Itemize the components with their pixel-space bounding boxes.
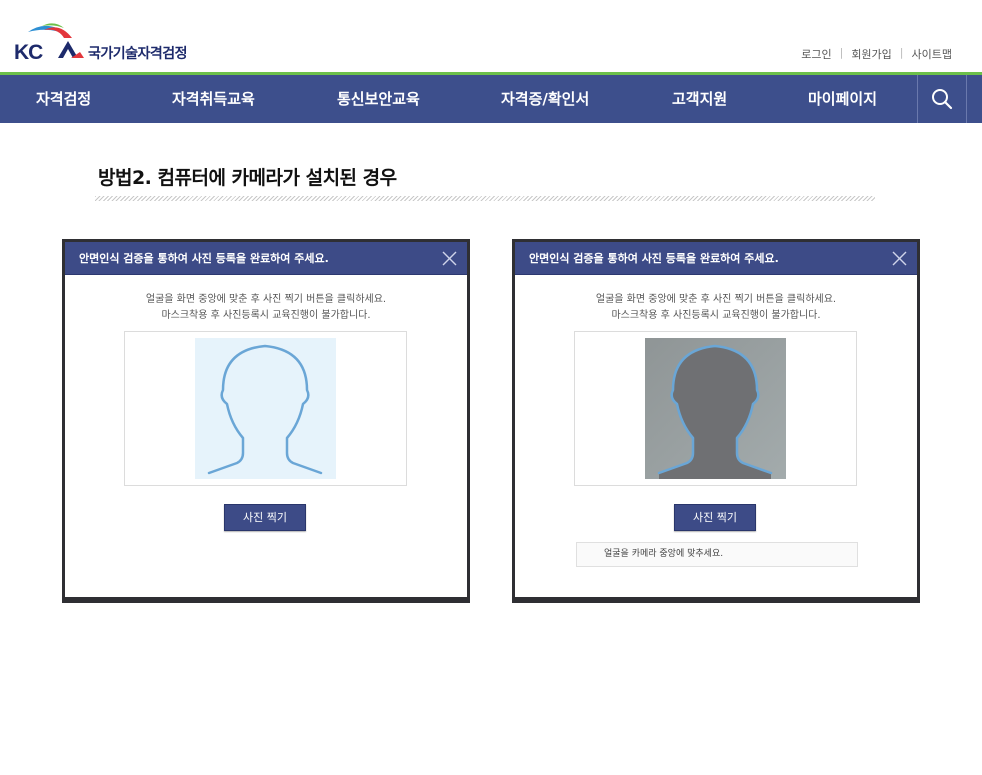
kca-logo[interactable]: KC 국가기술자격검정 xyxy=(14,20,194,64)
camera-preview xyxy=(645,338,786,479)
search-icon xyxy=(932,89,953,110)
title-underline xyxy=(95,196,875,201)
person-silhouette-icon xyxy=(645,338,786,479)
logo-text: 국가기술자격검정 xyxy=(88,46,188,62)
search-button[interactable] xyxy=(917,75,967,123)
nav-item-mypage[interactable]: 마이페이지 xyxy=(808,75,877,123)
dialog-title: 안면인식 검증을 통하여 사진 등록을 완료하여 주세요. xyxy=(515,242,917,275)
face-verification-dialog-camera: 안면인식 검증을 통하여 사진 등록을 완료하여 주세요. 얼굴을 화면 중앙에… xyxy=(512,239,920,603)
instruction-line: 마스크착용 후 사진등록시 교육진행이 불가합니다. xyxy=(161,310,371,321)
kca-logo-mark: KC xyxy=(14,23,84,64)
instruction-line: 얼굴을 화면 중앙에 맞춘 후 사진 찍기 버튼을 클릭하세요. xyxy=(145,294,387,305)
nav-item-certification-exam[interactable]: 자격검정 xyxy=(36,75,91,123)
face-verification-dialog-placeholder: 안면인식 검증을 통하여 사진 등록을 완료하여 주세요. 얼굴을 화면 중앙에… xyxy=(62,239,470,603)
take-photo-button[interactable]: 사진 찍기 xyxy=(224,504,306,531)
dialog-instructions: 얼굴을 화면 중앙에 맞춘 후 사진 찍기 버튼을 클릭하세요. 마스크착용 후… xyxy=(515,292,917,324)
close-icon[interactable] xyxy=(442,251,457,266)
instruction-line: 마스크착용 후 사진등록시 교육진행이 불가합니다. xyxy=(611,310,821,321)
divider: | xyxy=(839,46,844,59)
section-title: 방법2. 컴퓨터에 카메라가 설치된 경우 xyxy=(98,167,397,189)
photo-placeholder xyxy=(195,338,336,479)
nav-item-certificates[interactable]: 자격증/확인서 xyxy=(501,75,589,123)
photo-frame xyxy=(124,331,407,486)
instruction-line: 얼굴을 화면 중앙에 맞춘 후 사진 찍기 버튼을 클릭하세요. xyxy=(595,294,837,305)
site-header: KC 국가기술자격검정 로그인 | 회원가입 | 사이트맵 xyxy=(0,0,982,72)
photo-frame xyxy=(574,331,857,486)
nav-item-qualification-education[interactable]: 자격취득교육 xyxy=(172,75,255,123)
nav-item-security-education[interactable]: 통신보안교육 xyxy=(337,75,420,123)
sitemap-link[interactable]: 사이트맵 xyxy=(912,46,952,62)
dialog-instructions: 얼굴을 화면 중앙에 맞춘 후 사진 찍기 버튼을 클릭하세요. 마스크착용 후… xyxy=(65,292,467,324)
divider: | xyxy=(899,46,904,59)
take-photo-button[interactable]: 사진 찍기 xyxy=(674,504,756,531)
utility-links: 로그인 | 회원가입 | 사이트맵 xyxy=(801,46,952,62)
camera-notice: 얼굴을 카메라 중앙에 맞추세요. xyxy=(576,542,858,567)
nav-item-customer-support[interactable]: 고객지원 xyxy=(672,75,727,123)
login-link[interactable]: 로그인 xyxy=(801,46,831,62)
svg-text:KC: KC xyxy=(14,41,43,64)
person-silhouette-icon xyxy=(195,338,336,479)
dialog-title: 안면인식 검증을 통하여 사진 등록을 완료하여 주세요. xyxy=(65,242,467,275)
main-nav: 자격검정 자격취득교육 통신보안교육 자격증/확인서 고객지원 마이페이지 xyxy=(0,75,982,123)
close-icon[interactable] xyxy=(892,251,907,266)
signup-link[interactable]: 회원가입 xyxy=(851,46,891,62)
